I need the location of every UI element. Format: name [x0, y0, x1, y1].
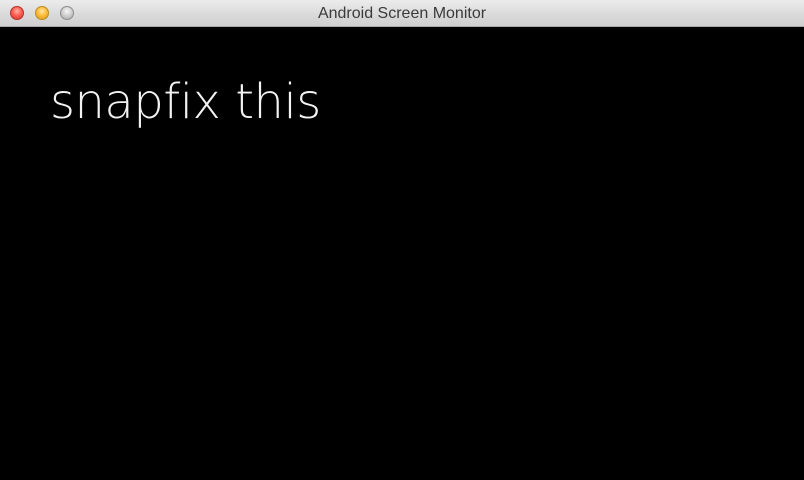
- title-bar[interactable]: Android Screen Monitor: [0, 0, 804, 27]
- app-window: Android Screen Monitor snapfix this: [0, 0, 804, 480]
- screen-text: snapfix this: [50, 74, 321, 130]
- device-screen[interactable]: snapfix this: [0, 27, 804, 480]
- window-title: Android Screen Monitor: [317, 5, 487, 22]
